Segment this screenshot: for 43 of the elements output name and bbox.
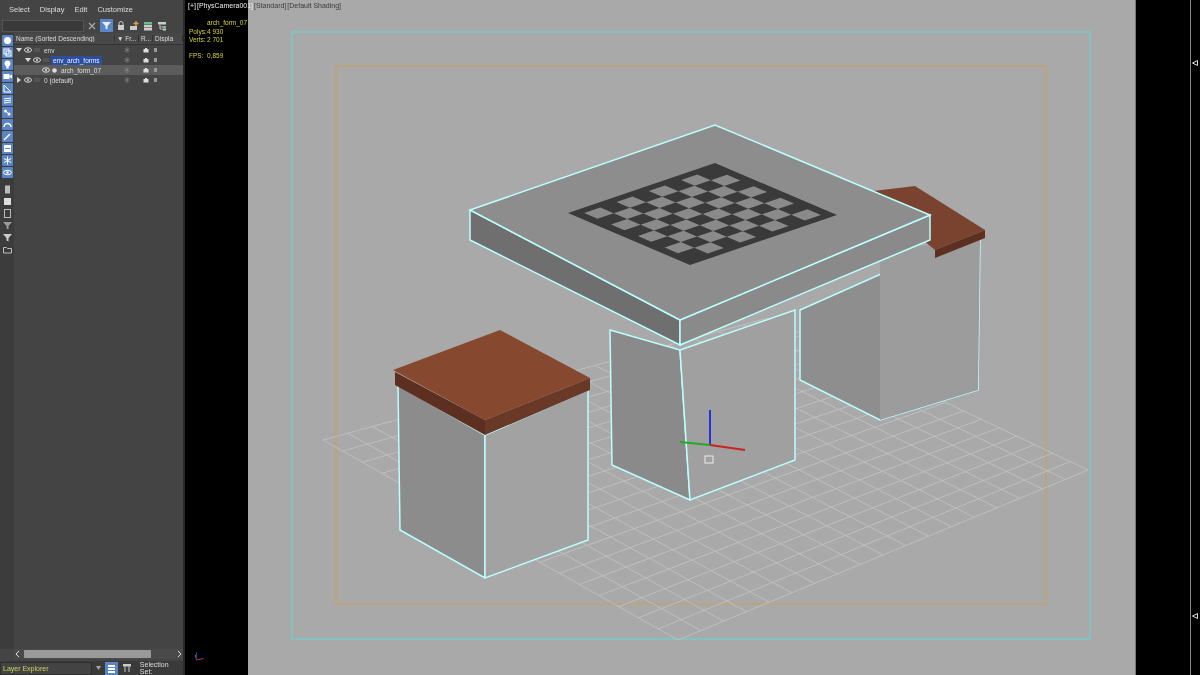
minus-icon[interactable] xyxy=(1,143,13,154)
layers-button[interactable] xyxy=(104,661,118,675)
teapot-icon[interactable] xyxy=(142,67,150,73)
lines-icon[interactable] xyxy=(1,95,13,106)
eye-icon[interactable] xyxy=(24,77,32,83)
scrollbar-thumb[interactable] xyxy=(24,650,151,658)
hierarchy-icon[interactable] xyxy=(121,663,132,673)
teapot-icon[interactable] xyxy=(142,77,150,83)
lightbulb-icon[interactable] xyxy=(1,59,13,70)
chess-table-and-stools-drawing[interactable] xyxy=(393,124,985,580)
dropdown-arrow-icon[interactable] xyxy=(95,666,101,670)
scroll-left-icon[interactable] xyxy=(14,650,22,658)
axis-tripod-icon xyxy=(195,652,204,661)
lock-icon[interactable] xyxy=(117,20,125,31)
ruler-icon[interactable] xyxy=(1,83,13,94)
eye-icon[interactable] xyxy=(33,57,41,63)
camera-icon[interactable] xyxy=(1,71,13,82)
dot-icon xyxy=(52,67,57,73)
triangle-marker-icon[interactable] xyxy=(1192,613,1198,619)
eye-icon[interactable] xyxy=(1,167,13,178)
arc-icon[interactable] xyxy=(1,119,13,130)
collapsed-arrow-icon[interactable] xyxy=(16,77,22,83)
snowflake-icon[interactable] xyxy=(1,155,13,166)
filter-button[interactable] xyxy=(100,19,113,32)
funnel-icon[interactable] xyxy=(1,232,13,243)
teapot-icon[interactable] xyxy=(142,47,150,53)
shapes-icon[interactable] xyxy=(1,47,13,58)
scroll-right-icon[interactable] xyxy=(175,650,183,658)
search-field[interactable] xyxy=(2,19,84,32)
teapot-icon[interactable] xyxy=(142,57,150,63)
close-icon[interactable] xyxy=(88,21,96,30)
eye-icon[interactable] xyxy=(24,47,32,53)
hierarchy-icon[interactable] xyxy=(157,20,167,31)
expanded-arrow-icon[interactable] xyxy=(25,57,31,63)
folder-icon[interactable] xyxy=(1,244,13,255)
add-layer-icon[interactable] xyxy=(129,20,139,31)
stack-icon[interactable] xyxy=(143,20,153,31)
page-icon[interactable] xyxy=(1,208,13,219)
expanded-arrow-icon[interactable] xyxy=(16,47,22,53)
triangle-marker-icon[interactable] xyxy=(1192,60,1198,66)
sphere-icon[interactable] xyxy=(1,35,13,46)
bones-icon[interactable] xyxy=(1,107,13,118)
square-icon[interactable] xyxy=(1,196,13,207)
